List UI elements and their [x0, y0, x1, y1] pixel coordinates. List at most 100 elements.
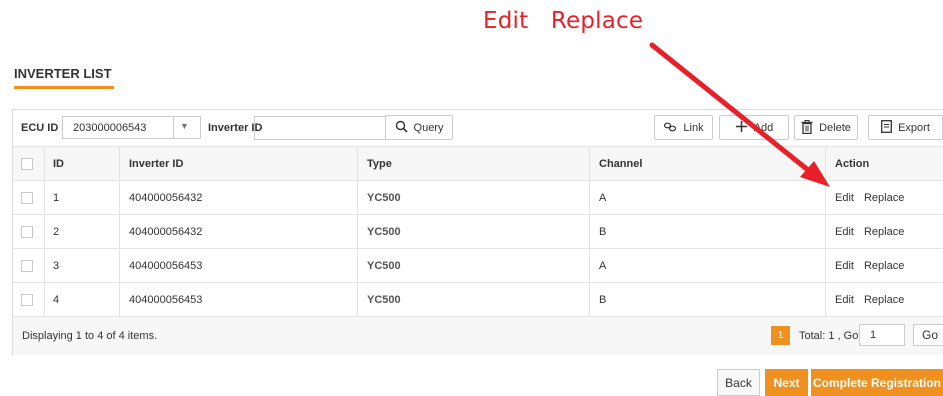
column-divider — [589, 147, 590, 180]
edit-link[interactable]: Edit — [835, 260, 854, 272]
column-divider — [44, 249, 45, 282]
link-button[interactable]: Link — [654, 115, 713, 140]
cell-channel: B — [599, 225, 607, 238]
header-type[interactable]: Type — [367, 147, 392, 180]
add-label: Add — [753, 121, 774, 134]
column-divider — [119, 283, 120, 316]
column-divider — [825, 215, 826, 248]
column-divider — [119, 181, 120, 214]
add-button[interactable]: Add — [719, 115, 789, 140]
table-row[interactable]: 3 404000056453 YC500 A Edit Replace — [13, 248, 943, 282]
row-checkbox-cell — [21, 249, 41, 282]
column-divider — [119, 249, 120, 282]
inverter-id-input[interactable] — [254, 116, 386, 140]
table-row[interactable]: 4 404000056453 YC500 B Edit Replace — [13, 282, 943, 316]
column-divider — [357, 147, 358, 180]
plus-icon — [735, 120, 748, 135]
cell-id: 4 — [53, 293, 60, 306]
cell-action: Edit Replace — [835, 249, 904, 282]
cell-action: Edit Replace — [835, 181, 904, 214]
header-action: Action — [835, 157, 870, 170]
delete-label: Delete — [819, 121, 851, 134]
cell-channel: A — [599, 259, 607, 272]
select-all-checkbox[interactable] — [21, 157, 33, 170]
column-divider — [589, 283, 590, 316]
display-summary: Displaying 1 to 4 of 4 items. — [22, 330, 158, 342]
table-header-row: ID Inverter ID Type Channel Action — [13, 146, 943, 180]
cell-channel: B — [599, 293, 607, 306]
cell-id: 3 — [53, 259, 60, 272]
header-channel[interactable]: Channel — [599, 147, 642, 180]
replace-link[interactable]: Replace — [864, 260, 904, 272]
column-divider — [119, 147, 120, 180]
edit-link[interactable]: Edit — [835, 192, 854, 204]
column-divider — [825, 249, 826, 282]
export-label: Export — [898, 121, 930, 134]
table-row[interactable]: 2 404000056432 YC500 B Edit Replace — [13, 214, 943, 248]
trash-icon — [801, 119, 813, 136]
next-button[interactable]: Next — [765, 369, 808, 396]
cell-action: Edit Replace — [835, 215, 904, 248]
annotation-text: Edit Replace — [483, 8, 644, 34]
cell-type: YC500 — [367, 293, 401, 306]
column-divider — [44, 181, 45, 214]
ecu-id-value: 203000006543 — [73, 122, 147, 134]
row-checkbox-cell — [21, 215, 41, 248]
column-divider — [357, 283, 358, 316]
cell-inverter-id: 404000056453 — [129, 259, 203, 272]
complete-registration-button[interactable]: Complete Registration — [811, 369, 943, 396]
column-divider — [589, 181, 590, 214]
edit-link[interactable]: Edit — [835, 226, 854, 238]
select-divider — [173, 117, 174, 138]
delete-button[interactable]: Delete — [794, 115, 858, 140]
link-icon — [663, 121, 677, 135]
column-divider — [357, 181, 358, 214]
cell-channel: A — [599, 191, 607, 204]
table-row[interactable]: 1 404000056432 YC500 A Edit Replace — [13, 180, 943, 214]
cell-type: YC500 — [367, 191, 401, 204]
go-button[interactable]: Go — [913, 324, 943, 346]
edit-link[interactable]: Edit — [835, 294, 854, 306]
row-checkbox[interactable] — [21, 191, 33, 204]
query-label: Query — [413, 121, 444, 134]
header-checkbox-cell — [21, 147, 41, 180]
column-divider — [119, 215, 120, 248]
replace-link[interactable]: Replace — [864, 226, 904, 238]
replace-link[interactable]: Replace — [864, 294, 904, 306]
cell-inverter-id: 404000056453 — [129, 293, 203, 306]
column-divider — [357, 215, 358, 248]
cell-action: Edit Replace — [835, 283, 904, 316]
search-icon — [395, 120, 408, 135]
header-inverter-id[interactable]: Inverter ID — [129, 147, 183, 180]
export-icon — [881, 120, 893, 135]
cell-inverter-id: 404000056432 — [129, 225, 203, 238]
row-checkbox[interactable] — [21, 225, 33, 238]
cell-inverter-id: 404000056432 — [129, 191, 203, 204]
header-id[interactable]: ID — [53, 147, 64, 180]
column-divider — [357, 249, 358, 282]
column-divider — [589, 215, 590, 248]
row-checkbox-cell — [21, 181, 41, 214]
column-divider — [44, 215, 45, 248]
back-button[interactable]: Back — [717, 369, 760, 396]
pagination-bar: Displaying 1 to 4 of 4 items. 1 Total: 1… — [13, 316, 943, 355]
title-underline — [14, 86, 114, 89]
cell-id: 1 — [53, 191, 60, 204]
caret-down-icon: ▼ — [180, 121, 189, 131]
cell-type: YC500 — [367, 259, 401, 272]
toolbar: ECU ID 203000006543 ▼ Inverter ID Query … — [13, 110, 943, 146]
column-divider — [44, 147, 45, 180]
row-checkbox[interactable] — [21, 293, 33, 306]
column-divider — [825, 147, 826, 180]
ecu-id-label: ECU ID — [21, 122, 59, 134]
page-title: INVERTER LIST — [14, 66, 112, 81]
export-button[interactable]: Export — [868, 115, 943, 140]
row-checkbox-cell — [21, 283, 41, 316]
query-button[interactable]: Query — [385, 115, 453, 140]
replace-link[interactable]: Replace — [864, 192, 904, 204]
row-checkbox[interactable] — [21, 259, 33, 272]
ecu-id-select[interactable]: 203000006543 ▼ — [62, 116, 201, 139]
page-number-button[interactable]: 1 — [771, 326, 790, 345]
goto-page-input[interactable]: 1 — [859, 324, 905, 346]
link-label: Link — [683, 121, 704, 134]
